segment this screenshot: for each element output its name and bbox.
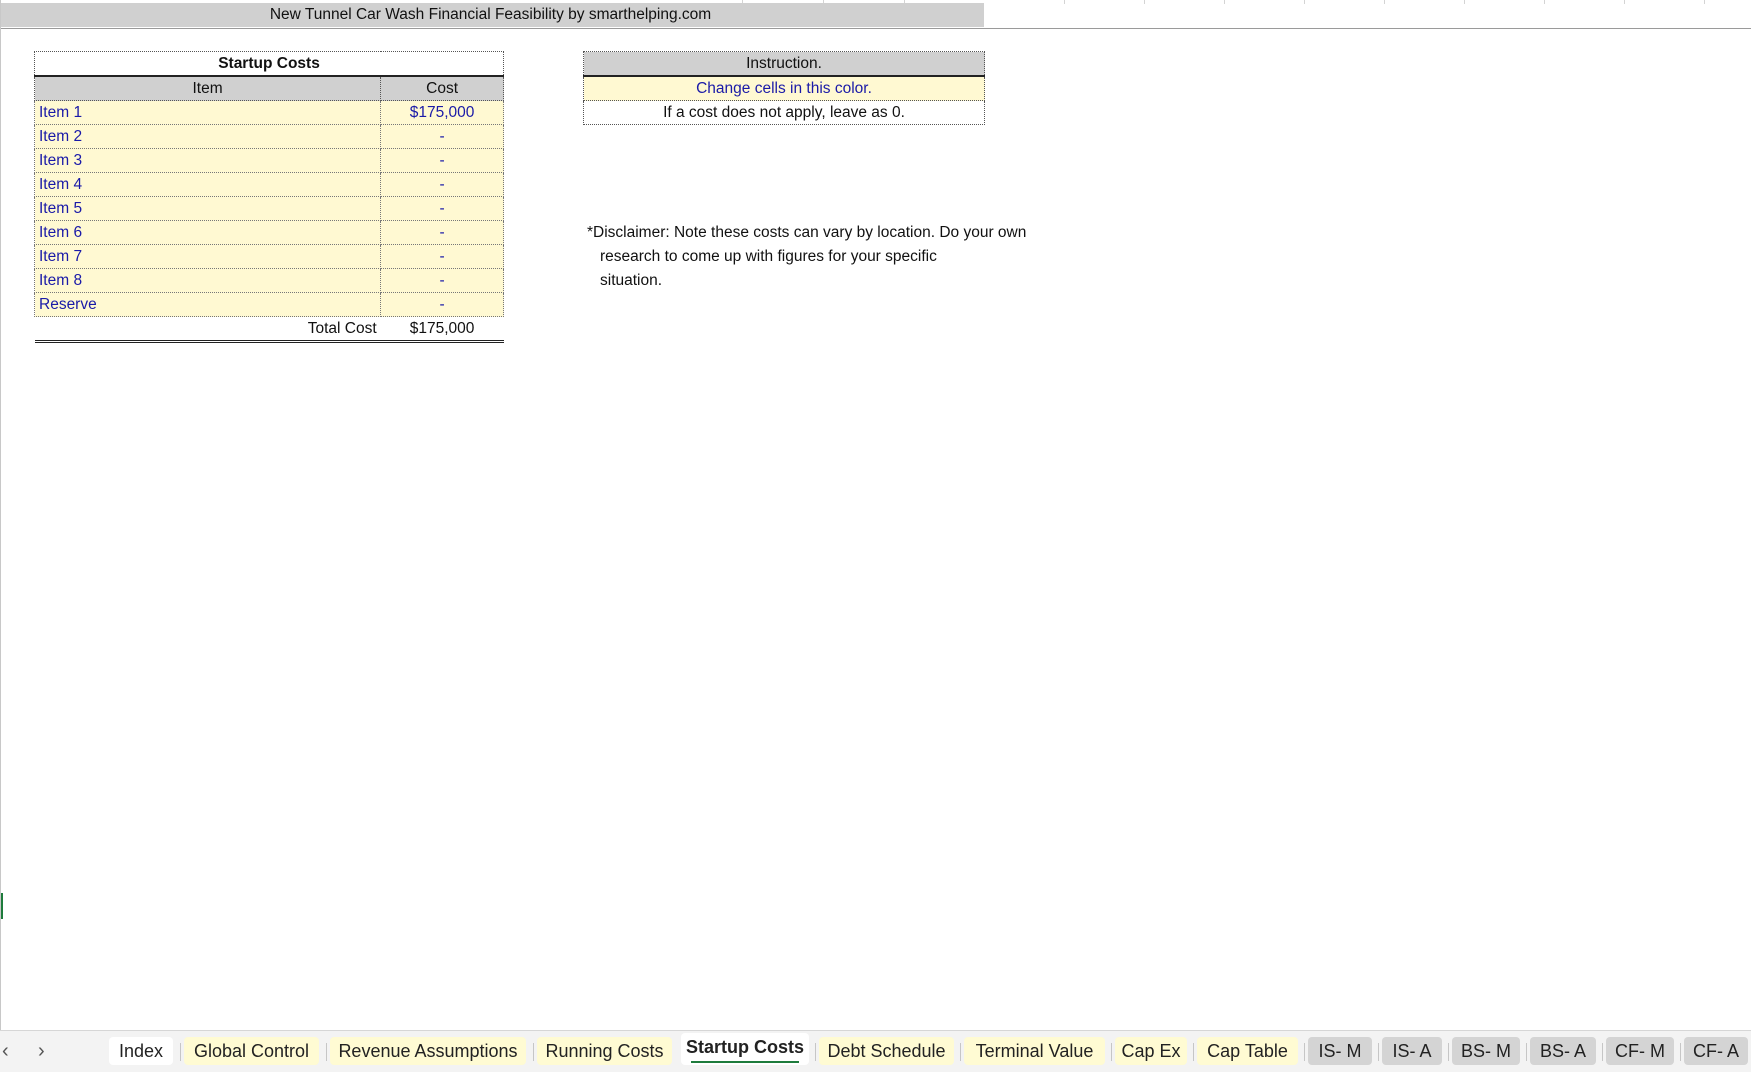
column-gridline	[1384, 0, 1385, 4]
startup-costs-title[interactable]: Startup Costs	[34, 51, 504, 77]
tab-separator	[1111, 1043, 1112, 1061]
column-gridline	[1704, 0, 1705, 4]
disclaimer-line: situation.	[600, 272, 663, 289]
tab-cf-m[interactable]: CF- M	[1606, 1037, 1674, 1065]
table-row: Item 6 -	[33, 220, 504, 245]
tab-separator	[533, 1043, 534, 1061]
column-gridline	[1144, 0, 1145, 4]
tab-cap-table[interactable]: Cap Table	[1197, 1037, 1298, 1065]
item-cost-cell[interactable]: -	[380, 148, 504, 173]
tab-cf-a[interactable]: CF- A	[1684, 1037, 1748, 1065]
column-gridline	[1064, 0, 1065, 4]
tab-running-costs[interactable]: Running Costs	[537, 1037, 672, 1065]
tab-is-a[interactable]: IS- A	[1382, 1037, 1442, 1065]
item-cost-cell[interactable]: -	[380, 220, 504, 245]
table-row: Item 7 -	[33, 244, 504, 269]
tab-separator	[1526, 1043, 1527, 1061]
item-cost-cell[interactable]: -	[380, 268, 504, 293]
total-cost-label[interactable]: Total Cost	[34, 316, 381, 343]
table-row: Item 8 -	[33, 268, 504, 293]
table-row: Item 1 $175,000	[33, 100, 504, 125]
tab-separator	[1378, 1043, 1379, 1061]
scroll-tabs-left-icon[interactable]: ‹	[2, 1039, 9, 1063]
column-gridline	[1464, 0, 1465, 4]
total-cost-value[interactable]: $175,000	[380, 316, 504, 343]
tab-index[interactable]: Index	[109, 1037, 173, 1065]
tab-separator	[960, 1043, 961, 1061]
instruction-header[interactable]: Instruction.	[583, 51, 985, 77]
column-gridline	[1544, 0, 1545, 4]
disclaimer-line: *Disclaimer: Note these costs can vary b…	[587, 224, 1027, 241]
tab-startup-costs-label: Startup Costs	[685, 1037, 804, 1057]
startup-costs-table: Startup Costs Item Cost Item 1 $175,000 …	[33, 51, 504, 343]
item-name-cell[interactable]: Item 5	[33, 196, 382, 221]
tab-separator	[180, 1043, 181, 1061]
table-row: Item 2 -	[33, 124, 504, 149]
column-gridline	[1624, 0, 1625, 4]
item-name-cell[interactable]: Item 1	[33, 100, 382, 125]
tab-revenue-assumptions[interactable]: Revenue Assumptions	[330, 1037, 526, 1065]
sheet-tab-bar: ‹ › Index Global Control Revenue Assumpt…	[0, 1030, 1751, 1072]
tab-bs-m[interactable]: BS- M	[1452, 1037, 1520, 1065]
column-gridline	[1224, 0, 1225, 4]
tab-bs-a[interactable]: BS- A	[1530, 1037, 1596, 1065]
table-row: Item 4 -	[33, 172, 504, 197]
item-cost-cell[interactable]: -	[380, 292, 504, 317]
disclaimer-text[interactable]: *Disclaimer: Note these costs can vary b…	[587, 221, 1087, 293]
tab-startup-costs[interactable]: Startup Costs	[681, 1033, 809, 1065]
column-header-cost[interactable]: Cost	[380, 75, 504, 101]
tab-global-control[interactable]: Global Control	[184, 1037, 319, 1065]
item-name-cell[interactable]: Item 6	[33, 220, 382, 245]
instruction-table: Instruction. Change cells in this color.…	[583, 51, 985, 125]
item-cost-cell[interactable]: -	[380, 244, 504, 269]
table-row: Reserve -	[33, 292, 504, 317]
column-gridline	[1304, 0, 1305, 4]
item-name-cell[interactable]: Item 4	[33, 172, 382, 197]
instruction-color-note[interactable]: Change cells in this color.	[583, 75, 985, 101]
total-row: Total Cost $175,000	[34, 316, 504, 343]
tab-terminal-value[interactable]: Terminal Value	[964, 1037, 1105, 1065]
worksheet: New Tunnel Car Wash Financial Feasibilit…	[0, 0, 1751, 1030]
table-row: Item 3 -	[33, 148, 504, 173]
tab-cap-ex[interactable]: Cap Ex	[1115, 1037, 1187, 1065]
table-row: Item 5 -	[33, 196, 504, 221]
scroll-tabs-right-icon[interactable]: ›	[38, 1039, 45, 1063]
item-cost-cell[interactable]: -	[380, 172, 504, 197]
tab-separator	[1448, 1043, 1449, 1061]
item-name-cell[interactable]: Item 2	[33, 124, 382, 149]
item-name-cell[interactable]: Item 8	[33, 268, 382, 293]
item-cost-cell[interactable]: $175,000	[380, 100, 504, 125]
instruction-zero-note[interactable]: If a cost does not apply, leave as 0.	[583, 100, 985, 125]
tab-separator	[815, 1043, 816, 1061]
item-name-cell[interactable]: Item 7	[33, 244, 382, 269]
tab-separator	[1680, 1043, 1681, 1061]
tab-separator	[1193, 1043, 1194, 1061]
item-name-cell[interactable]: Reserve	[33, 292, 382, 317]
active-tab-underline	[691, 1061, 799, 1063]
tab-debt-schedule[interactable]: Debt Schedule	[819, 1037, 954, 1065]
column-header-item[interactable]: Item	[33, 75, 382, 101]
tab-is-m[interactable]: IS- M	[1308, 1037, 1372, 1065]
banner-title: New Tunnel Car Wash Financial Feasibilit…	[269, 6, 712, 23]
banner-row: New Tunnel Car Wash Financial Feasibilit…	[1, 0, 1751, 29]
disclaimer-line: research to come up with figures for you…	[600, 248, 937, 265]
row-selection-marker	[1, 893, 3, 919]
banner-cell[interactable]: New Tunnel Car Wash Financial Feasibilit…	[1, 3, 984, 27]
item-cost-cell[interactable]: -	[380, 124, 504, 149]
tab-separator	[326, 1043, 327, 1061]
item-cost-cell[interactable]: -	[380, 196, 504, 221]
tab-separator	[1304, 1043, 1305, 1061]
item-name-cell[interactable]: Item 3	[33, 148, 382, 173]
tab-separator	[1602, 1043, 1603, 1061]
